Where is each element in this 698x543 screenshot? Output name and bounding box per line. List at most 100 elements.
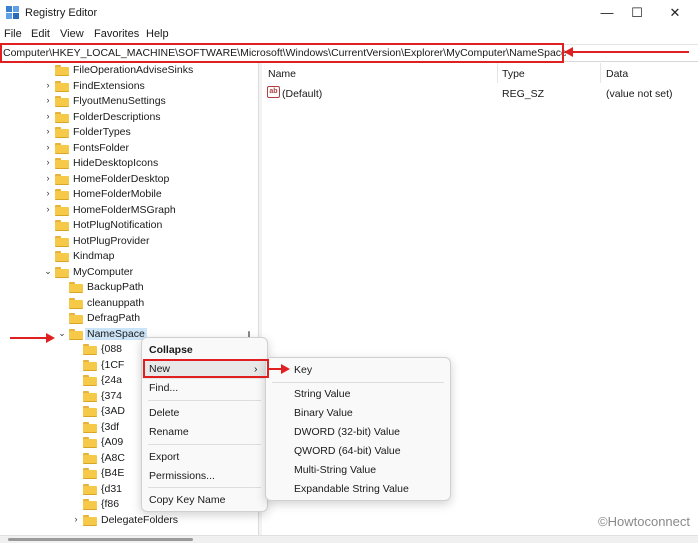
tree-item-label: HideDesktopIcons <box>73 157 159 169</box>
folder-icon <box>55 220 69 231</box>
submenu-expandable-string-value[interactable]: Expandable String Value <box>266 480 450 499</box>
string-value-icon: ab <box>267 86 280 98</box>
folder-icon <box>83 483 97 495</box>
title-bar: Registry Editor — ☐ ✕ <box>0 0 698 26</box>
folder-icon <box>55 65 69 76</box>
folder-icon <box>55 251 69 262</box>
expand-chevron-icon[interactable]: › <box>44 204 52 214</box>
expand-chevron-icon[interactable]: › <box>44 188 52 198</box>
watermark: ©Howtoconnect <box>598 514 690 529</box>
tree-item-label: FindExtensions <box>73 79 145 92</box>
annotation-arrow-line <box>10 337 46 339</box>
folder-icon <box>83 452 97 464</box>
registry-editor-icon <box>6 6 19 19</box>
folder-icon <box>83 499 97 510</box>
folder-icon <box>69 328 83 340</box>
context-menu-find[interactable]: Find... <box>142 379 267 398</box>
tree-item-label: HomeFolderMSGraph <box>73 203 176 216</box>
close-icon: ✕ <box>669 5 681 20</box>
tree-item-label: HomeFolderDesktop <box>73 172 170 185</box>
menu-divider <box>148 444 261 445</box>
menu-help[interactable]: Help <box>146 28 169 40</box>
tree-item-label: Kindmap <box>73 250 115 262</box>
folder-icon <box>83 390 97 402</box>
context-menu-export[interactable]: Export <box>142 448 267 467</box>
column-header-data[interactable]: Data <box>606 68 628 80</box>
context-menu-collapse[interactable]: Collapse <box>142 341 267 360</box>
column-header-name[interactable]: Name <box>268 68 296 80</box>
column-header-type[interactable]: Type <box>502 68 525 80</box>
column-divider[interactable] <box>600 63 601 83</box>
folder-icon <box>55 80 69 92</box>
context-menu-delete[interactable]: Delete <box>142 404 267 423</box>
expand-chevron-icon[interactable]: › <box>44 95 52 105</box>
expand-chevron-icon[interactable]: ⌄ <box>58 328 66 339</box>
menu-bar: File Edit View Favorites Help <box>0 27 698 43</box>
tree-item-label: HotPlugProvider <box>73 234 150 247</box>
tree-item-label: FolderTypes <box>73 126 131 138</box>
expand-chevron-icon[interactable]: › <box>44 80 52 90</box>
tree-item-label: {d31 <box>101 482 123 495</box>
tree-item-label: FolderDescriptions <box>73 110 161 123</box>
folder-icon <box>83 406 97 417</box>
folder-icon <box>55 266 69 278</box>
folder-icon <box>55 127 69 138</box>
maximize-icon: ☐ <box>631 5 643 20</box>
tree-item-label: {f86 <box>101 498 120 510</box>
value-type: REG_SZ <box>502 88 545 100</box>
expand-chevron-icon[interactable]: › <box>72 514 80 524</box>
expand-chevron-icon[interactable]: › <box>44 157 52 167</box>
submenu-binary-value[interactable]: Binary Value <box>266 404 450 423</box>
menu-divider <box>148 400 261 401</box>
tree-item-label: FlyoutMenuSettings <box>73 95 166 107</box>
tree-item-label: DefragPath <box>87 312 141 324</box>
folder-icon <box>83 514 97 526</box>
context-menu-permissions[interactable]: Permissions... <box>142 467 267 486</box>
menu-view[interactable]: View <box>60 28 84 40</box>
expand-chevron-icon[interactable]: › <box>44 173 52 183</box>
context-menu-copy-key-name[interactable]: Copy Key Name <box>142 491 267 510</box>
arrow-right-icon <box>281 364 290 374</box>
folder-icon <box>55 189 69 200</box>
submenu-key[interactable]: Key <box>266 361 450 380</box>
submenu-string-value[interactable]: String Value <box>266 385 450 404</box>
value-name[interactable]: (Default) <box>282 88 322 100</box>
tree-item-label: {3df <box>101 420 120 433</box>
folder-icon <box>69 313 83 324</box>
folder-icon <box>83 359 97 371</box>
submenu-multi-string-value[interactable]: Multi-String Value <box>266 461 450 480</box>
folder-icon <box>55 235 69 247</box>
tree-item-label: {A8C <box>101 451 125 464</box>
folder-icon <box>55 204 69 216</box>
tree-item-label: {1CF <box>101 358 125 371</box>
expand-chevron-icon[interactable]: › <box>44 111 52 121</box>
folder-icon <box>83 468 97 479</box>
folder-icon <box>55 111 69 123</box>
value-data: (value not set) <box>606 88 673 100</box>
submenu-dword-value[interactable]: DWORD (32-bit) Value <box>266 423 450 442</box>
address-highlight-box <box>0 43 564 63</box>
tree-item-label: HomeFolderMobile <box>73 188 162 200</box>
expand-chevron-icon[interactable]: › <box>44 126 52 136</box>
horizontal-scrollbar-thumb[interactable] <box>8 538 193 541</box>
menu-favorites[interactable]: Favorites <box>94 28 139 40</box>
tree-item-label: FontsFolder <box>73 141 130 154</box>
tree-item-label: NameSpace <box>85 327 147 340</box>
folder-icon <box>55 96 69 107</box>
tree-item-label: {B4E <box>101 467 125 479</box>
tree-item-label: {374 <box>101 389 123 402</box>
tree-item-label: {A09 <box>101 436 124 448</box>
close-button[interactable]: ✕ <box>652 0 698 26</box>
tree-item-label: MyComputer <box>73 265 134 278</box>
column-divider[interactable] <box>497 63 498 83</box>
folder-icon <box>83 421 97 433</box>
expand-chevron-icon[interactable]: › <box>44 142 52 152</box>
expand-chevron-icon[interactable]: ⌄ <box>44 266 52 277</box>
tree-item-label: {3AD <box>101 405 125 417</box>
menu-edit[interactable]: Edit <box>31 28 50 40</box>
context-menu-rename[interactable]: Rename <box>142 423 267 442</box>
arrow-right-icon <box>46 333 55 343</box>
menu-file[interactable]: File <box>4 28 22 40</box>
submenu-qword-value[interactable]: QWORD (64-bit) Value <box>266 442 450 461</box>
folder-icon <box>69 297 83 309</box>
